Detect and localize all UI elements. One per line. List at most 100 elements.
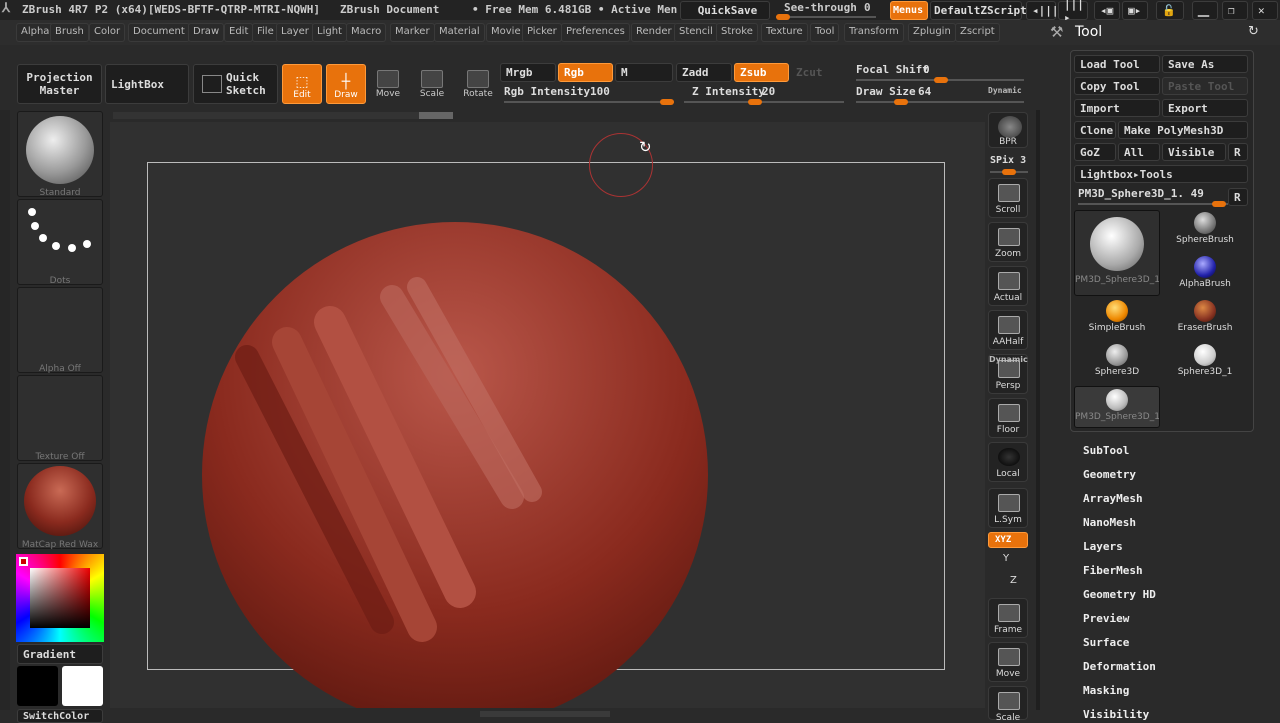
- lock-icon[interactable]: 🔓: [1156, 1, 1184, 20]
- save-as-button[interactable]: Save As: [1162, 55, 1248, 73]
- local-button[interactable]: Local: [988, 442, 1028, 482]
- menu-alpha[interactable]: Alpha: [16, 23, 55, 42]
- texture-button[interactable]: Texture Off: [17, 375, 103, 462]
- zsub-button[interactable]: Zsub: [734, 63, 789, 82]
- menu-zplugin[interactable]: Zplugin: [908, 23, 956, 42]
- subpalette-geometry-hd[interactable]: Geometry HD: [1083, 588, 1156, 601]
- menu-stencil[interactable]: Stencil: [674, 23, 718, 42]
- persp-dynamic-label[interactable]: Dynamic: [989, 355, 1028, 364]
- actual-button[interactable]: Actual: [988, 266, 1028, 306]
- goz-button[interactable]: GoZ: [1074, 143, 1116, 161]
- m-button[interactable]: M: [615, 63, 673, 82]
- subpalette-deformation[interactable]: Deformation: [1083, 660, 1156, 673]
- menu-texture[interactable]: Texture: [761, 23, 808, 42]
- menus-button[interactable]: Menus: [890, 1, 928, 20]
- goz-all-button[interactable]: All: [1118, 143, 1160, 161]
- canvas-scrollbar-bottom[interactable]: [480, 711, 610, 717]
- tool-thumb-sphere3d[interactable]: Sphere3D: [1074, 342, 1160, 384]
- focal-shift-slider[interactable]: [856, 77, 1024, 83]
- subpalette-fibermesh[interactable]: FiberMesh: [1083, 564, 1143, 577]
- menu-stroke[interactable]: Stroke: [716, 23, 758, 42]
- minimize-icon[interactable]: ⎽: [1192, 1, 1218, 20]
- frame-button[interactable]: Frame: [988, 598, 1028, 638]
- make-polymesh3d-button[interactable]: Make PolyMesh3D: [1118, 121, 1248, 139]
- color-picker[interactable]: [16, 554, 104, 642]
- canvas-scrollbar-h[interactable]: [113, 112, 453, 119]
- subpalette-geometry[interactable]: Geometry: [1083, 468, 1136, 481]
- y-rotation-button[interactable]: Y: [1003, 553, 1009, 564]
- menu-marker[interactable]: Marker: [390, 23, 435, 42]
- quicksave-button[interactable]: QuickSave: [680, 1, 770, 20]
- menu-zscript[interactable]: Zscript: [955, 23, 1000, 42]
- menu-preferences[interactable]: Preferences: [561, 23, 630, 42]
- rgb-button[interactable]: Rgb: [558, 63, 613, 82]
- zscript-button[interactable]: DefaultZScript: [930, 1, 1027, 20]
- tool-slider[interactable]: [1078, 201, 1228, 207]
- draw-button[interactable]: ┼ Draw: [326, 64, 366, 104]
- scroll-left-icon[interactable]: ◂|||: [1026, 1, 1059, 20]
- layout-next-icon[interactable]: ▣▸: [1122, 1, 1148, 20]
- secondary-color-swatch[interactable]: [62, 666, 103, 706]
- lsym-button[interactable]: L.Sym: [988, 488, 1028, 528]
- menu-color[interactable]: Color: [89, 23, 126, 42]
- subpalette-layers[interactable]: Layers: [1083, 540, 1123, 553]
- projection-master-button[interactable]: Projection Master: [17, 64, 102, 104]
- edit-button[interactable]: ⬚ Edit: [282, 64, 322, 104]
- xyz-rotation-button[interactable]: XYZ: [988, 532, 1028, 548]
- paste-tool-button[interactable]: Paste Tool: [1162, 77, 1248, 95]
- goz-r-button[interactable]: R: [1228, 143, 1248, 161]
- lightbox-tools-button[interactable]: Lightbox▸Tools: [1074, 165, 1248, 183]
- scale-button[interactable]: Scale: [988, 686, 1028, 723]
- layout-prev-icon[interactable]: ◂▣: [1094, 1, 1120, 20]
- switch-color-button[interactable]: SwitchColor: [17, 709, 103, 723]
- load-tool-button[interactable]: Load Tool: [1074, 55, 1160, 73]
- import-button[interactable]: Import: [1074, 99, 1160, 117]
- rgb-intensity-slider[interactable]: [504, 99, 674, 105]
- goz-visible-button[interactable]: Visible: [1162, 143, 1226, 161]
- subpalette-preview[interactable]: Preview: [1083, 612, 1129, 625]
- tool-thumb-pm3d-sphere3d-1[interactable]: PM3D_Sphere3D_1: [1074, 210, 1160, 296]
- subpalette-subtool[interactable]: SubTool: [1083, 444, 1129, 457]
- tool-r-button[interactable]: R: [1228, 188, 1248, 206]
- z-intensity-slider[interactable]: [684, 99, 844, 105]
- close-icon[interactable]: ✕: [1252, 1, 1278, 20]
- tool-thumb-eraserbrush[interactable]: EraserBrush: [1162, 298, 1248, 340]
- export-button[interactable]: Export: [1162, 99, 1248, 117]
- clone-button[interactable]: Clone: [1074, 121, 1116, 139]
- tool-thumb-alphabrush[interactable]: AlphaBrush: [1162, 254, 1248, 296]
- menu-layer[interactable]: Layer: [276, 23, 314, 42]
- bpr-button[interactable]: BPR: [988, 112, 1028, 148]
- subpalette-visibility[interactable]: Visibility: [1083, 708, 1149, 721]
- menu-material[interactable]: Material: [434, 23, 485, 42]
- dynamic-toggle[interactable]: Dynamic: [988, 86, 1022, 95]
- persp-button[interactable]: Persp Dynamic: [988, 354, 1028, 394]
- z-rotation-button[interactable]: Z: [1010, 575, 1017, 586]
- tool-thumb-spherebrush[interactable]: SphereBrush: [1162, 210, 1248, 252]
- mrgb-button[interactable]: Mrgb: [500, 63, 556, 82]
- menu-tool[interactable]: Tool: [810, 23, 840, 42]
- gradient-button[interactable]: Gradient: [17, 644, 103, 664]
- menu-light[interactable]: Light: [312, 23, 347, 42]
- scroll-right-icon[interactable]: |||▸: [1058, 0, 1088, 24]
- menu-macro[interactable]: Macro: [346, 23, 387, 42]
- menu-draw[interactable]: Draw: [188, 23, 225, 42]
- tool-thumb-simplebrush[interactable]: SimpleBrush: [1074, 298, 1160, 340]
- brush-button[interactable]: Standard: [17, 111, 103, 198]
- rotate-button[interactable]: Rotate: [456, 70, 500, 99]
- move-button[interactable]: Move: [988, 642, 1028, 682]
- restore-icon[interactable]: ❐: [1222, 1, 1248, 20]
- reset-icon[interactable]: ↻: [1248, 24, 1259, 39]
- copy-tool-button[interactable]: Copy Tool: [1074, 77, 1160, 95]
- menu-document[interactable]: Document: [128, 23, 190, 42]
- tool-thumb-pm3d-sphere3d-1[interactable]: PM3D_Sphere3D_1: [1074, 386, 1160, 428]
- subpalette-arraymesh[interactable]: ArrayMesh: [1083, 492, 1143, 505]
- menu-render[interactable]: Render: [631, 23, 677, 42]
- lightbox-button[interactable]: LightBox: [105, 64, 189, 104]
- spix-slider[interactable]: [990, 169, 1028, 175]
- subpalette-masking[interactable]: Masking: [1083, 684, 1129, 697]
- stroke-button[interactable]: Dots: [17, 199, 103, 286]
- menu-movie[interactable]: Movie: [486, 23, 526, 42]
- scale-button[interactable]: Scale: [410, 70, 454, 99]
- move-button[interactable]: Move: [366, 70, 410, 99]
- see-through-slider[interactable]: [776, 14, 876, 20]
